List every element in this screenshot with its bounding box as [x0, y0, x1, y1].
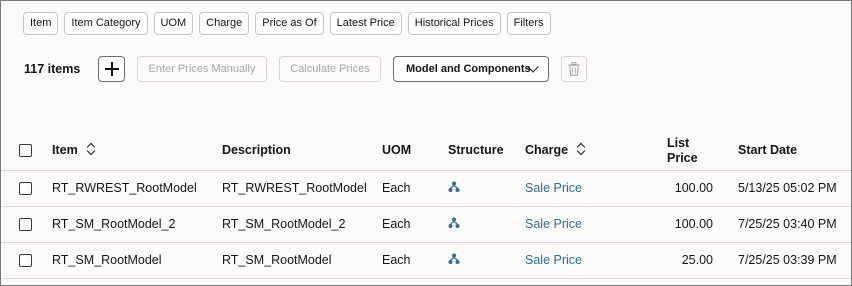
cell-list-price: 100.00 — [674, 217, 713, 231]
filter-chip-filters[interactable]: Filters — [506, 12, 551, 35]
filter-chip-latest-price[interactable]: Latest Price — [329, 12, 402, 35]
sort-icon[interactable] — [86, 143, 96, 155]
plus-icon — [105, 62, 119, 76]
model-and-components-dropdown[interactable]: Model and Components — [393, 56, 549, 82]
table-row[interactable]: RT_SM_RootModel RT_SM_RootModel Each Sal… — [1, 243, 851, 279]
cell-list-price: 100.00 — [674, 181, 713, 195]
cell-uom: Each — [382, 217, 411, 231]
cell-item: RT_RWREST_RootModel — [52, 181, 197, 195]
cell-description: RT_SM_RootModel_2 — [222, 217, 346, 231]
model-dropdown-label: Model and Components — [406, 63, 531, 75]
column-header-start-date: Start Date — [738, 143, 798, 157]
row-checkbox[interactable] — [19, 182, 32, 195]
table-row[interactable]: RT_SM_RootModel_2 RT_SM_RootModel_2 Each… — [1, 207, 851, 243]
filter-chip-charge[interactable]: Charge — [199, 12, 250, 35]
filter-chip-uom[interactable]: UOM — [153, 12, 194, 35]
cell-charge-link[interactable]: Sale Price — [525, 253, 582, 267]
pricing-panel: Item Item Category UOM Charge Price as O… — [0, 0, 852, 286]
column-header-charge[interactable]: Charge — [525, 143, 586, 157]
cell-charge-link[interactable]: Sale Price — [525, 181, 582, 195]
structure-hierarchy-icon[interactable] — [448, 253, 460, 265]
column-header-structure: Structure — [448, 143, 504, 157]
cell-start-date: 7/25/25 03:39 PM — [738, 253, 837, 267]
column-header-uom: UOM — [382, 143, 412, 157]
row-checkbox[interactable] — [19, 218, 32, 231]
enter-prices-manually-button[interactable]: Enter Prices Manually — [137, 56, 267, 82]
cell-description: RT_RWREST_RootModel — [222, 181, 367, 195]
structure-hierarchy-icon[interactable] — [448, 217, 460, 229]
cell-item: RT_SM_RootModel — [52, 253, 162, 267]
trash-icon — [568, 62, 580, 76]
select-all-checkbox[interactable] — [19, 144, 32, 157]
cell-start-date: 5/13/25 05:02 PM — [738, 181, 837, 195]
column-header-list-price-line1: List — [667, 136, 690, 150]
table-header: Item Description UOM Structure Charge Li… — [1, 131, 851, 171]
filter-chip-item-category[interactable]: Item Category — [64, 12, 148, 35]
cell-start-date: 7/25/25 03:40 PM — [738, 217, 837, 231]
cell-list-price: 25.00 — [681, 253, 713, 267]
cell-description: RT_SM_RootModel — [222, 253, 332, 267]
column-header-list-price-line2: Price — [667, 151, 698, 165]
item-count: 117 items — [24, 62, 81, 76]
delete-button[interactable] — [561, 56, 587, 82]
filter-chips: Item Item Category UOM Charge Price as O… — [23, 12, 551, 35]
filter-chip-price-as-of[interactable]: Price as Of — [255, 12, 324, 35]
cell-item: RT_SM_RootModel_2 — [52, 217, 176, 231]
cell-uom: Each — [382, 181, 411, 195]
cell-uom: Each — [382, 253, 411, 267]
column-header-item[interactable]: Item — [52, 143, 96, 157]
add-button[interactable] — [98, 56, 125, 82]
calculate-prices-button[interactable]: Calculate Prices — [279, 56, 381, 82]
structure-hierarchy-icon[interactable] — [448, 181, 460, 193]
filter-chip-historical-prices[interactable]: Historical Prices — [407, 12, 501, 35]
table-row[interactable]: RT_RWREST_RootModel RT_RWREST_RootModel … — [1, 171, 851, 207]
filter-chip-item[interactable]: Item — [23, 12, 59, 35]
row-checkbox[interactable] — [19, 254, 32, 267]
column-header-description: Description — [222, 143, 291, 157]
sort-icon[interactable] — [576, 143, 586, 155]
cell-charge-link[interactable]: Sale Price — [525, 217, 582, 231]
